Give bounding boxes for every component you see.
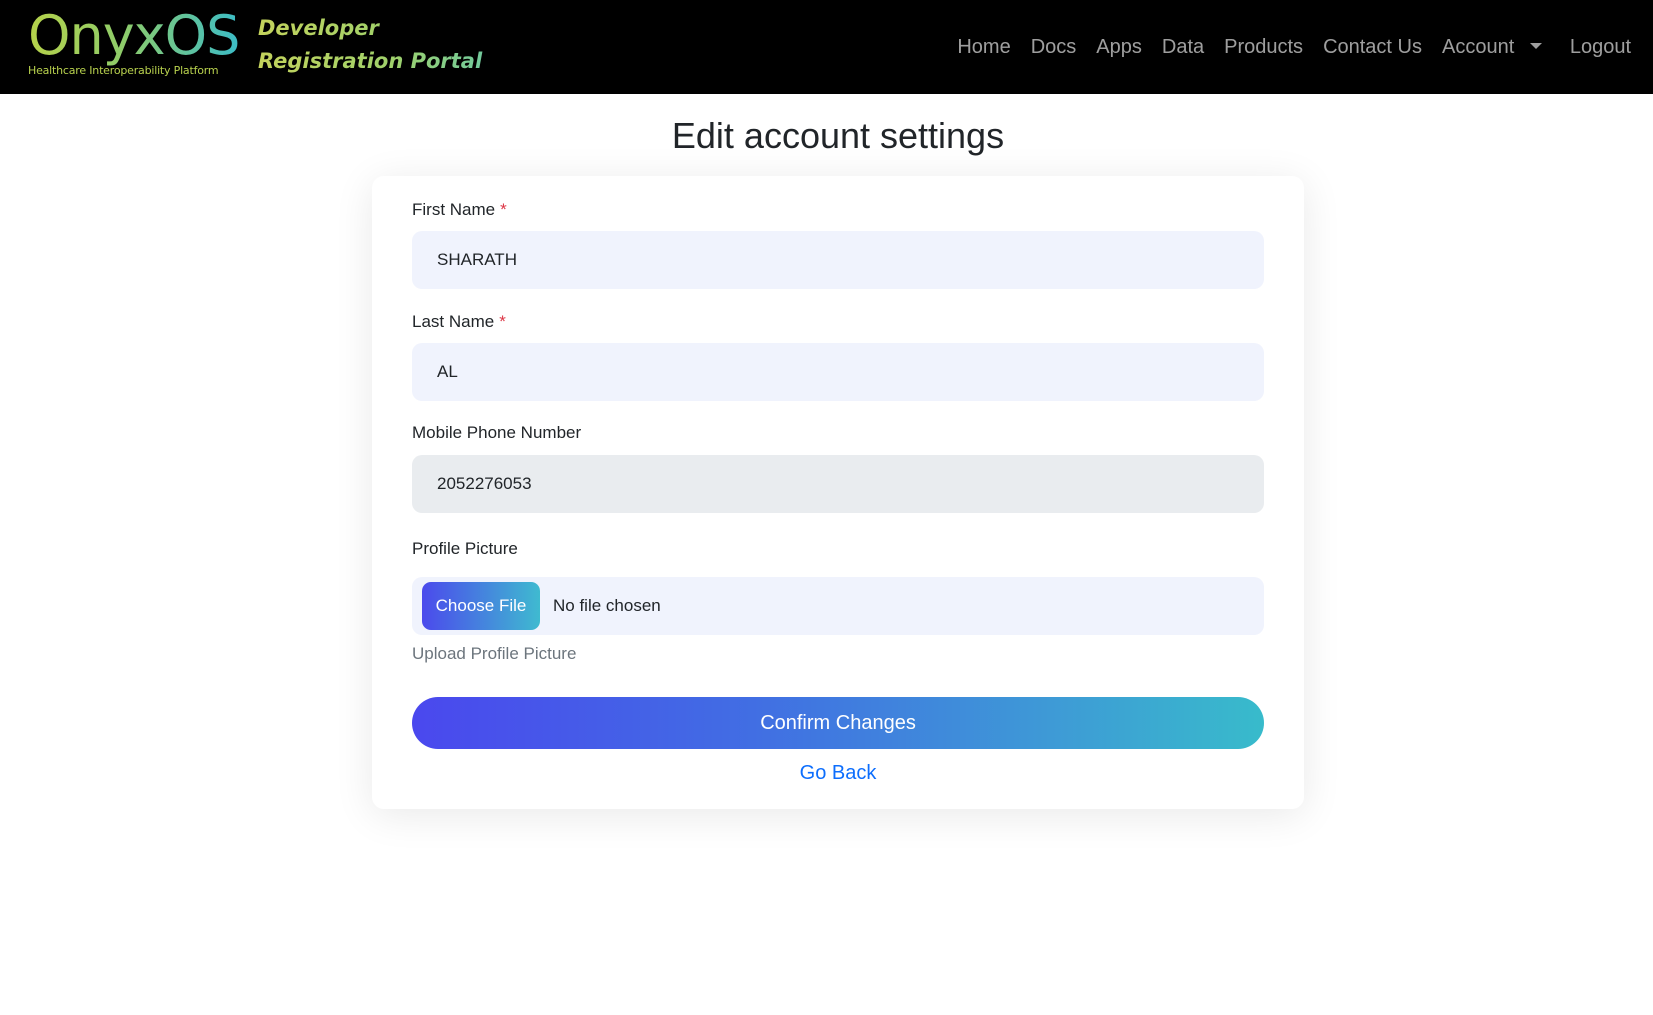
portal-title: Developer Registration Portal (258, 12, 528, 78)
nav-home-link[interactable]: Home (947, 28, 1020, 67)
nav-account-label: Account (1442, 35, 1515, 58)
profile-picture-label: Profile Picture (412, 539, 518, 558)
nav-apps-link[interactable]: Apps (1086, 28, 1152, 67)
go-back-link[interactable]: Go Back (372, 762, 1304, 785)
required-asterisk: * (500, 200, 507, 219)
brand-name: OnyxOS (28, 4, 240, 67)
nav-links: Home Docs Apps Data Products Contact Us … (947, 0, 1653, 94)
first-name-input[interactable] (412, 231, 1264, 289)
top-navbar: OnyxOS Healthcare Interoperability Platf… (0, 0, 1653, 94)
brand-tagline: Healthcare Interoperability Platform (28, 64, 219, 77)
file-status-text: No file chosen (553, 596, 661, 615)
nav-contact-link[interactable]: Contact Us (1313, 28, 1432, 67)
nav-docs-link[interactable]: Docs (1021, 28, 1087, 67)
nav-products-link[interactable]: Products (1214, 28, 1313, 67)
nav-data-link[interactable]: Data (1152, 28, 1214, 67)
last-name-label-text: Last Name (412, 312, 495, 331)
nav-account-dropdown[interactable]: Account (1432, 28, 1550, 67)
first-name-label: First Name * (412, 200, 507, 220)
last-name-label: Last Name * (412, 312, 506, 332)
profile-picture-help-text: Upload Profile Picture (412, 644, 577, 663)
brand-logo[interactable]: OnyxOS Healthcare Interoperability Platf… (28, 4, 240, 82)
mobile-phone-input (412, 455, 1264, 513)
mobile-phone-label: Mobile Phone Number (412, 423, 582, 442)
page-title: Edit account settings (671, 115, 1005, 156)
chevron-down-icon (1529, 42, 1542, 49)
confirm-changes-button[interactable]: Confirm Changes (412, 697, 1264, 749)
first-name-label-text: First Name (412, 200, 496, 219)
required-asterisk: * (499, 312, 506, 331)
choose-file-button[interactable]: Choose File (422, 582, 540, 630)
last-name-input[interactable] (412, 343, 1264, 401)
account-settings-form: First Name* Last Name* Mobile Phone Numb… (372, 176, 1304, 809)
profile-picture-file-input[interactable]: Choose File No file chosen (412, 577, 1264, 635)
nav-logout-link[interactable]: Logout (1560, 28, 1641, 67)
